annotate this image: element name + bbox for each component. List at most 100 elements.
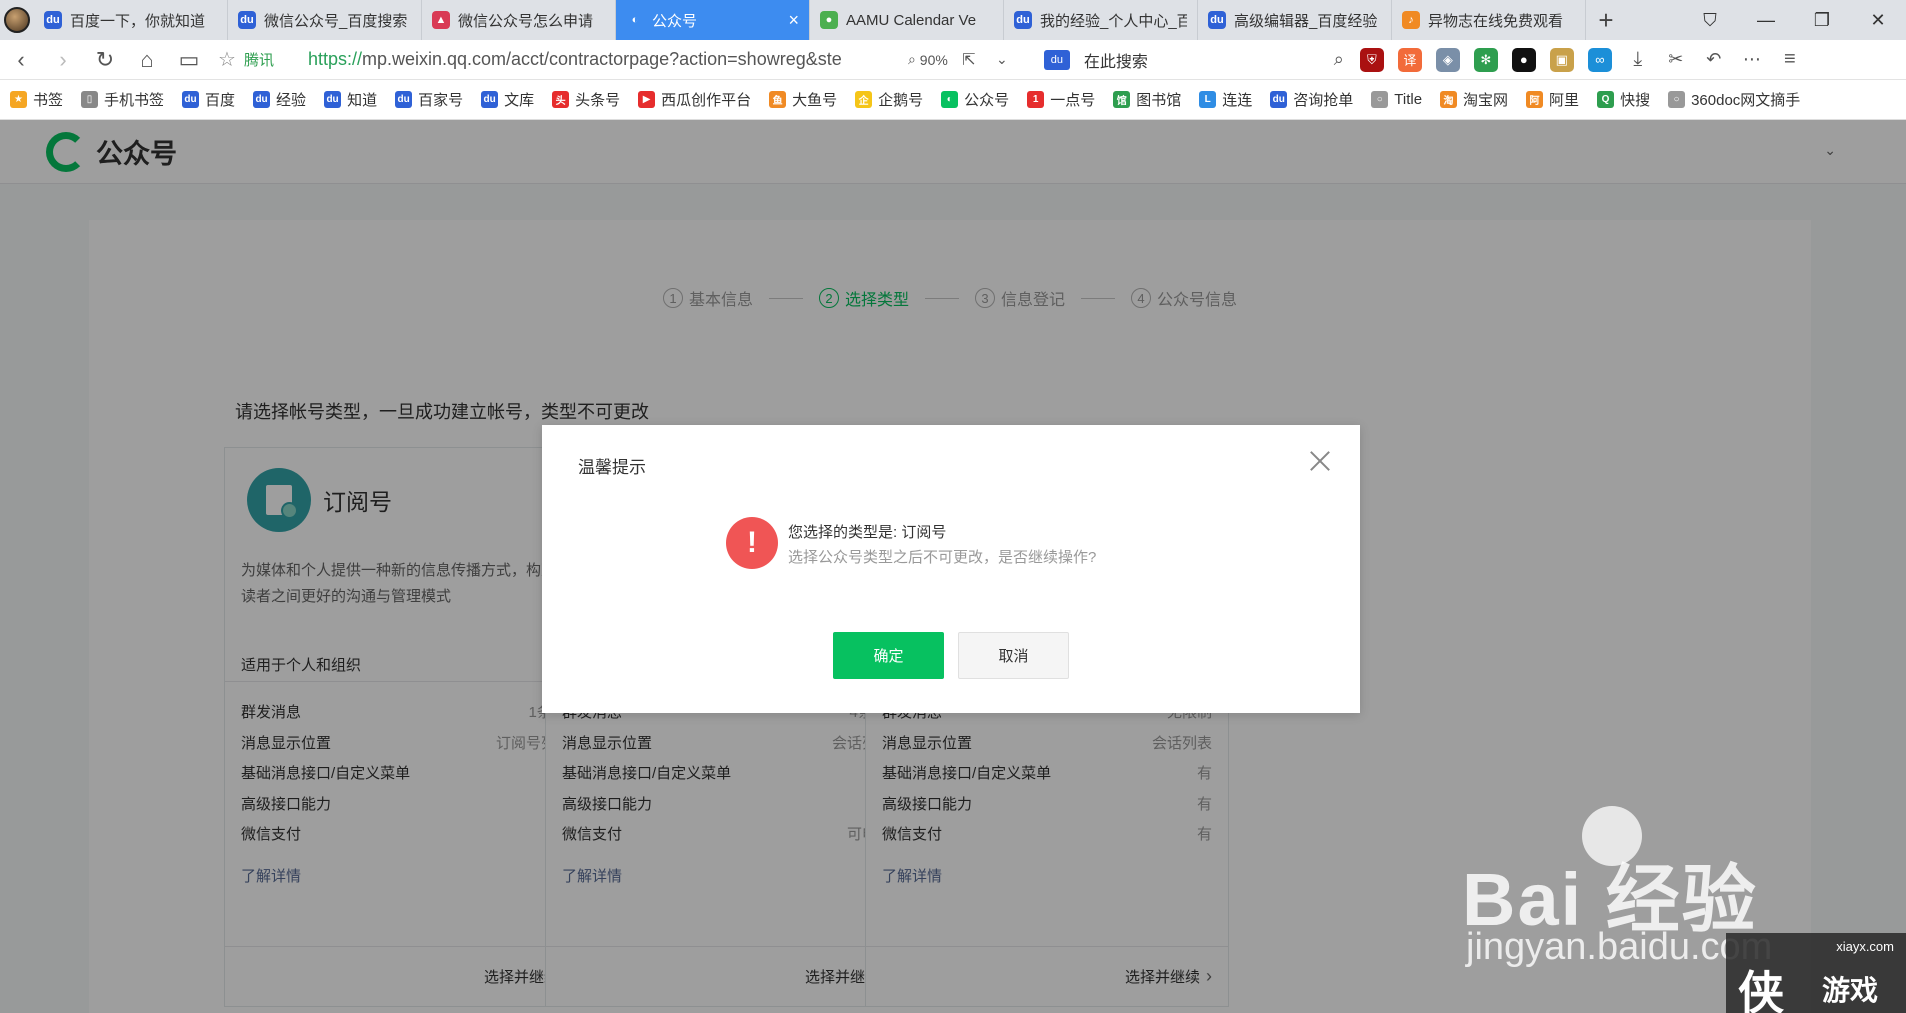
security-icon[interactable]: ◈ [1435, 47, 1460, 72]
back-icon[interactable]: ‹ [0, 47, 42, 73]
url-text[interactable]: https://mp.weixin.qq.com/acct/contractor… [308, 49, 898, 70]
bookmark-item[interactable]: du 咨询抢单 [1270, 89, 1353, 110]
search-input[interactable]: du 在此搜索 ⌕ [1043, 48, 1344, 72]
bookmark-label: 一点号 [1050, 92, 1096, 109]
bookmark-favicon-icon: 馆 [1113, 91, 1131, 108]
browser-tab[interactable]: ◐ 公众号 × [616, 0, 810, 40]
bookmark-label: 知道 [347, 92, 378, 109]
dialog-message: 您选择的类型是: 订阅号 [788, 524, 947, 541]
bookmark-favicon-icon: du [1270, 91, 1288, 108]
browser-tab[interactable]: ● AAMU Calendar Ve [810, 0, 1004, 40]
bookmark-label: 大鱼号 [792, 92, 838, 109]
bookmark-favicon-icon: ▯ [81, 91, 99, 108]
tab-label: 百度一下，你就知道 [70, 12, 206, 30]
bookmark-item[interactable]: du 经验 [253, 89, 306, 110]
bookmark-item[interactable]: du 百度 [182, 89, 235, 110]
close-window-button[interactable]: ✕ [1850, 10, 1906, 31]
bookmark-star-icon[interactable]: ☆ [218, 47, 236, 72]
window-controls: ⛉ — ❐ ✕ [1682, 0, 1906, 40]
bookmark-item[interactable]: ▶ 西瓜创作平台 [638, 89, 751, 110]
search-icon[interactable]: ⌕ [1334, 49, 1344, 70]
browser-tab[interactable]: ♪ 异物志在线免费观看 [1392, 0, 1586, 40]
extension-shield-icon[interactable]: ⛨ [1359, 47, 1384, 72]
bookmark-label: 手机书签 [104, 92, 165, 109]
bookmark-favicon-icon: ▶ [638, 91, 656, 108]
bookmark-favicon-icon: ◐ [941, 91, 959, 108]
bookmark-item[interactable]: du 文库 [481, 89, 534, 110]
cancel-button[interactable]: 取消 [958, 632, 1069, 679]
bookmark-item[interactable]: du 百家号 [395, 89, 463, 110]
bookmark-label: 文库 [504, 92, 535, 109]
browser-tab[interactable]: du 百度一下，你就知道 [34, 0, 228, 40]
tab-label: 异物志在线免费观看 [1428, 12, 1564, 30]
reload-icon[interactable]: ↻ [84, 47, 126, 73]
bookmark-favicon-icon: du [481, 91, 499, 108]
download-icon[interactable]: ⤓ [1626, 48, 1650, 72]
bookmark-item[interactable]: 1 一点号 [1027, 89, 1095, 110]
bookmark-item[interactable]: ▯ 手机书签 [81, 89, 164, 110]
bookmark-item[interactable]: L 连连 [1199, 89, 1252, 110]
bookmark-favicon-icon: 1 [1027, 91, 1045, 108]
reader-icon[interactable]: ▭ [168, 47, 210, 73]
minimize-button[interactable]: — [1738, 10, 1794, 31]
tab-favicon-icon: du [238, 11, 256, 29]
restore-button[interactable]: ❐ [1794, 10, 1850, 31]
image-icon[interactable]: ▣ [1549, 47, 1574, 72]
xiayx-watermark: xiayx.com 侠 游戏 [1726, 933, 1906, 1013]
zoom-indicator[interactable]: ⌕ 90% [908, 51, 948, 68]
tab-favicon-icon: du [1208, 11, 1226, 29]
tab-favicon-icon: du [44, 11, 62, 29]
bookmark-label: 图书馆 [1136, 92, 1182, 109]
tab-label: 高级编辑器_百度经验 [1234, 12, 1378, 30]
bookmark-label: 连连 [1222, 92, 1253, 109]
bookmark-item[interactable]: 鱼大鱼号 [769, 89, 837, 110]
confirm-button[interactable]: 确定 [833, 632, 944, 679]
menu-icon[interactable]: ≡ [1778, 48, 1802, 72]
forward-icon[interactable]: › [42, 47, 84, 73]
profile-avatar[interactable] [0, 0, 34, 40]
bookmark-item[interactable]: ★ 书签 [10, 89, 63, 110]
site-source: 腾讯 [243, 52, 274, 69]
game-icon[interactable]: ● [1511, 47, 1536, 72]
bookmarks-bar: ★ 书签 ▯ 手机书签 du 百度 du 经验 du 知道 du 百家号 du 文库头头条号 ▶ 西瓜创作平台… [0, 80, 1906, 120]
chevron-down-icon[interactable]: ⌄ [990, 51, 1014, 68]
home-icon[interactable]: ⌂ [126, 47, 168, 73]
loop-icon[interactable]: ∞ [1587, 47, 1612, 72]
bookmark-label: 头条号 [575, 92, 621, 109]
close-icon[interactable] [1308, 449, 1332, 473]
browser-tab[interactable]: du 高级编辑器_百度经验 [1198, 0, 1392, 40]
bookmark-label: Title [1394, 91, 1423, 108]
translate-icon[interactable]: 译 [1397, 47, 1422, 72]
bookmark-favicon-icon: 头 [552, 91, 570, 108]
shield-icon[interactable]: ⛉ [1682, 10, 1738, 31]
bookmark-item[interactable]: 阿阿里 [1526, 89, 1579, 110]
browser-tab[interactable]: ▲ 微信公众号怎么申请 [422, 0, 616, 40]
tab-close-icon[interactable]: × [788, 10, 799, 31]
bookmark-item[interactable]: ○ 360doc网文摘手 [1668, 89, 1800, 110]
address-bar[interactable]: ☆ 腾讯 https://mp.weixin.qq.com/acct/contr… [218, 40, 898, 80]
bookmark-favicon-icon: ○ [1371, 91, 1389, 108]
undo-icon[interactable]: ↶ [1702, 48, 1726, 72]
bookmark-item[interactable]: ○ Title [1371, 91, 1422, 108]
share-icon[interactable]: ⇱ [948, 50, 990, 70]
bookmark-item[interactable]: 头头条号 [552, 89, 620, 110]
bookmark-item[interactable]: 企企鹅号 [855, 89, 923, 110]
bookmark-item[interactable]: du 知道 [324, 89, 377, 110]
bookmark-item[interactable]: ◐ 公众号 [941, 89, 1009, 110]
scissors-icon[interactable]: ✂ [1664, 48, 1688, 72]
extensions: ⛨ 译 ◈ ✻ ● ▣ ∞ ⤓ ✂ ↶ ⋯ ≡ [1359, 47, 1802, 72]
more-icon[interactable]: ⋯ [1740, 48, 1764, 72]
bookmark-item[interactable]: 馆图书馆 [1113, 89, 1181, 110]
bookmark-label: 咨询抢单 [1293, 92, 1354, 109]
palm-icon[interactable]: ✻ [1473, 47, 1498, 72]
browser-tab[interactable]: du 我的经验_个人中心_百 [1004, 0, 1198, 40]
bookmark-label: 百度 [205, 92, 236, 109]
tab-label: 我的经验_个人中心_百 [1040, 12, 1187, 30]
tab-bar: du 百度一下，你就知道 du 微信公众号_百度搜索 ▲ 微信公众号怎么申请 ◐ 公众号 × ● A… [0, 0, 1906, 40]
bookmark-item[interactable]: 淘淘宝网 [1440, 89, 1508, 110]
new-tab-button[interactable]: + [1586, 0, 1626, 40]
bookmark-item[interactable]: Q 快搜 [1597, 89, 1650, 110]
bookmark-label: 360doc网文摘手 [1691, 92, 1801, 109]
browser-tab[interactable]: du 微信公众号_百度搜索 [228, 0, 422, 40]
baidu-search-icon[interactable]: du [1043, 49, 1070, 70]
